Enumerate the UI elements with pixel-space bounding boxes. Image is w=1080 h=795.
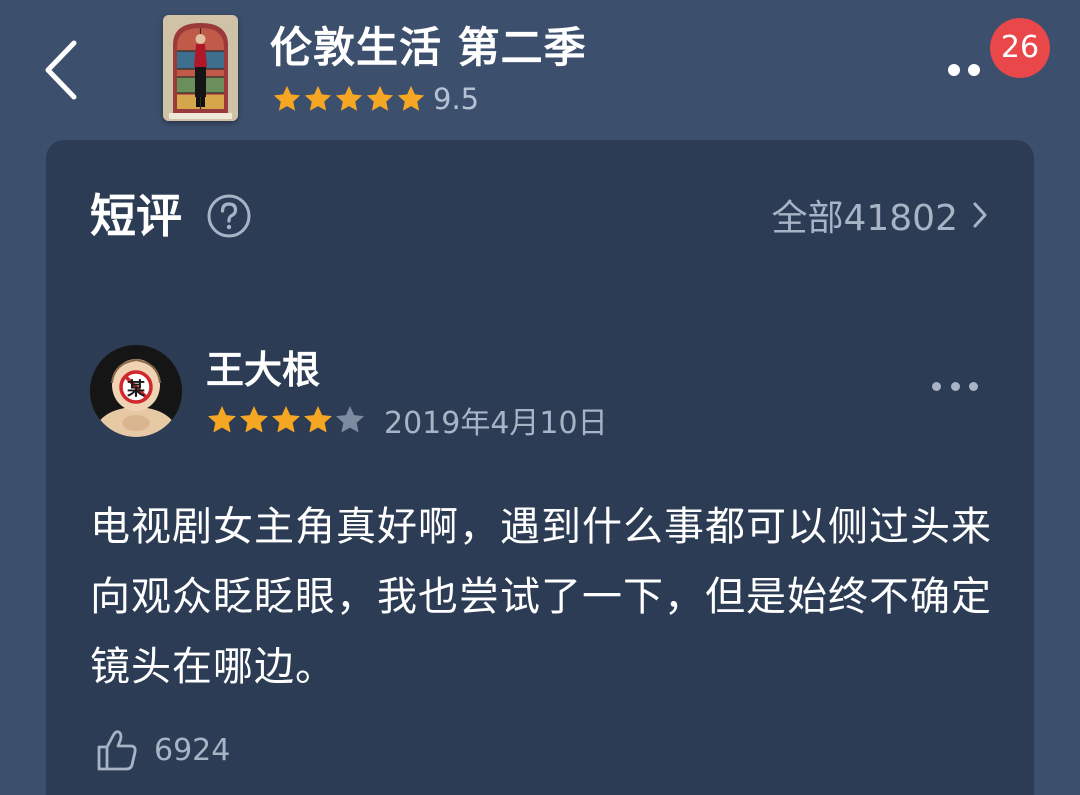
- review-text: 电视剧女主角真好啊，遇到什么事都可以侧过头来向观众眨眨眼，我也尝试了一下，但是始…: [90, 504, 992, 690]
- short-reviews-card: 短评 全部41802 某 王大根 2019年4月10日 电视剧女主角真好啊，遇到…: [46, 140, 1034, 795]
- like-count: 6924: [154, 732, 231, 768]
- like-button[interactable]: 6924: [96, 726, 230, 774]
- more-dot-icon: [968, 64, 980, 76]
- show-poster[interactable]: [163, 15, 238, 121]
- star-filled-icon: [304, 85, 332, 111]
- show-title: 伦敦生活 第二季: [270, 23, 587, 72]
- poster-image: [163, 15, 238, 121]
- notification-badge[interactable]: 26: [990, 18, 1050, 78]
- star-filled-icon: [273, 85, 301, 111]
- avatar-badge-text: 某: [127, 378, 146, 400]
- star-filled-icon: [304, 406, 332, 433]
- review-username[interactable]: 王大根: [206, 344, 320, 396]
- rating-score: 9.5: [433, 82, 480, 116]
- more-dot-icon: [932, 381, 941, 391]
- more-dot-icon: [950, 381, 960, 391]
- more-options-button[interactable]: [948, 52, 998, 88]
- chevron-right-icon: [973, 202, 987, 228]
- thumbs-up-icon: [97, 730, 137, 771]
- back-button[interactable]: [30, 30, 90, 110]
- review-meta: 2019年4月10日: [206, 400, 608, 441]
- star-filled-icon: [366, 85, 394, 111]
- star-filled-icon: [240, 406, 268, 433]
- section-title: 短评: [90, 189, 182, 243]
- star-empty-icon: [336, 406, 364, 433]
- star-filled-icon: [335, 85, 363, 111]
- review-more-button[interactable]: [932, 376, 978, 396]
- all-reviews-link[interactable]: 全部41802: [771, 190, 988, 240]
- app-header: 伦敦生活 第二季 9.5 26: [0, 0, 1080, 140]
- star-filled-icon: [397, 85, 425, 111]
- help-button[interactable]: [206, 193, 252, 239]
- star-filled-icon: [272, 406, 300, 433]
- chevron-left-icon: [45, 40, 77, 100]
- review-rating-stars: [206, 404, 366, 436]
- all-reviews-label: 全部41802: [771, 198, 958, 239]
- rating-stars: [272, 84, 427, 114]
- avatar-image: 某: [90, 345, 182, 437]
- more-dot-icon: [948, 64, 960, 76]
- avatar[interactable]: 某: [90, 345, 182, 437]
- star-filled-icon: [208, 406, 236, 433]
- review-date: 2019年4月10日: [384, 406, 608, 441]
- show-rating: 9.5: [272, 80, 479, 118]
- more-dot-icon: [969, 381, 978, 391]
- question-circle-icon: [207, 194, 251, 238]
